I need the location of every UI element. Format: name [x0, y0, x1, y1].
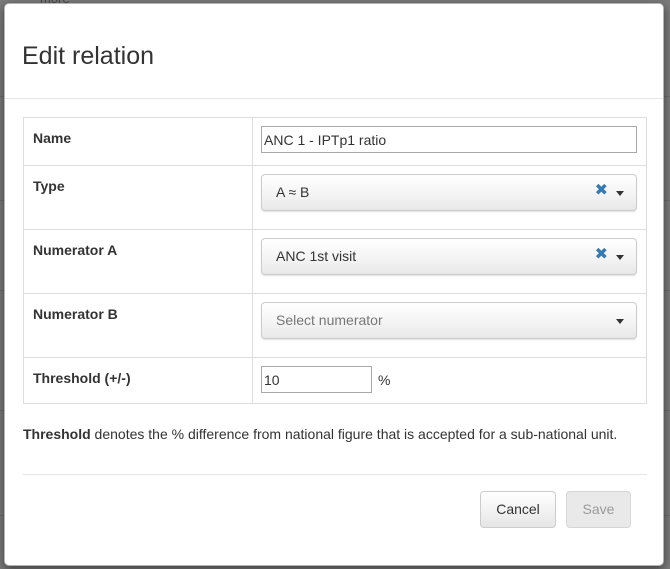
- type-selected-value: A ≈ B: [276, 184, 310, 200]
- chevron-down-icon[interactable]: [616, 255, 624, 260]
- type-select[interactable]: A ≈ B ✖: [261, 174, 637, 211]
- name-cell: [252, 117, 647, 166]
- numerator-b-placeholder: Select numerator: [276, 312, 383, 328]
- chevron-down-icon[interactable]: [616, 191, 624, 196]
- numerator-a-cell: ANC 1st visit ✖: [252, 229, 647, 294]
- numerator-a-selected-value: ANC 1st visit: [276, 248, 357, 264]
- save-button[interactable]: Save: [566, 491, 631, 528]
- form-row-numerator-b: Numerator B Select numerator: [23, 293, 647, 358]
- type-cell: A ≈ B ✖: [252, 165, 647, 230]
- relation-form: Name Type A ≈ B ✖ Numerator A ANC 1st vi…: [23, 117, 647, 404]
- edit-relation-dialog: Edit relation Name Type A ≈ B ✖ Numerato…: [4, 3, 664, 566]
- footer-divider: [23, 474, 647, 475]
- dialog-header: Edit relation: [5, 4, 663, 99]
- clear-icon[interactable]: ✖: [595, 181, 608, 201]
- form-row-type: Type A ≈ B ✖: [23, 165, 647, 230]
- numerator-a-select[interactable]: ANC 1st visit ✖: [261, 238, 637, 275]
- name-input[interactable]: [261, 126, 637, 153]
- name-label: Name: [23, 117, 253, 166]
- chevron-down-icon[interactable]: [616, 319, 624, 324]
- numerator-b-select[interactable]: Select numerator: [261, 302, 637, 339]
- numerator-b-label: Numerator B: [23, 293, 253, 358]
- cancel-button[interactable]: Cancel: [480, 491, 556, 528]
- threshold-help-text: Threshold denotes the % difference from …: [23, 424, 643, 444]
- help-description: denotes the % difference from national f…: [90, 426, 618, 442]
- clear-icon[interactable]: ✖: [595, 245, 608, 265]
- threshold-input[interactable]: [261, 366, 372, 393]
- threshold-label: Threshold (+/-): [23, 357, 253, 404]
- numerator-a-label: Numerator A: [23, 229, 253, 294]
- threshold-unit: %: [378, 371, 391, 388]
- dialog-title: Edit relation: [22, 42, 155, 70]
- form-row-numerator-a: Numerator A ANC 1st visit ✖: [23, 229, 647, 294]
- form-row-name: Name: [23, 117, 647, 166]
- form-row-threshold: Threshold (+/-) %: [23, 357, 647, 404]
- help-term: Threshold: [23, 426, 91, 442]
- numerator-b-cell: Select numerator: [252, 293, 647, 358]
- threshold-cell: %: [252, 357, 647, 404]
- type-label: Type: [23, 165, 253, 230]
